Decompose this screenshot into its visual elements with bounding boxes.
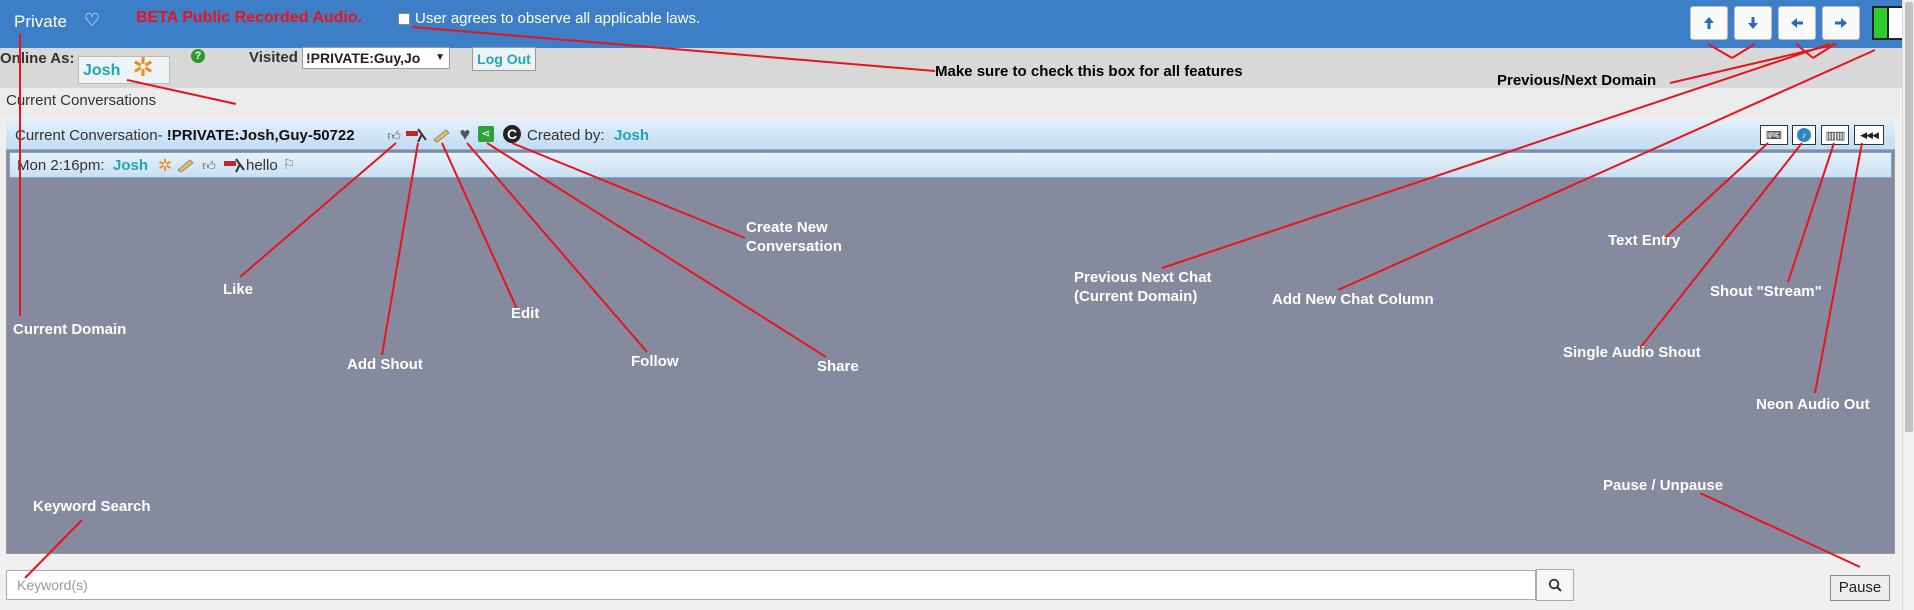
annotation-create-line2: Conversation (746, 238, 842, 255)
annotation-line-search (24, 519, 83, 579)
annotation-line-edit (441, 142, 518, 310)
annotation-current-domain: Current Domain (13, 321, 127, 338)
annotation-line-like (239, 142, 397, 278)
annotation-line-follow (466, 142, 648, 353)
annotation-create-line1: Create New (746, 219, 828, 236)
annotation-single-shout: Single Audio Shout (1563, 344, 1701, 361)
annotation-shout-stream: Shout "Stream" (1710, 283, 1822, 300)
annotation-line-up (1707, 43, 1733, 59)
annotation-like: Like (223, 281, 254, 298)
annotation-line-avatar (126, 79, 237, 105)
annotation-prev-next-chat-line1: Previous Next Chat (1074, 269, 1212, 286)
annotation-line-down (1731, 43, 1756, 59)
annotation-line-create (511, 142, 746, 239)
annotation-line-pause (1699, 492, 1861, 568)
annotation-lines (19, 26, 1876, 579)
annotation-prev-next-chat-line2: (Current Domain) (1074, 288, 1198, 305)
annotation-checkbox: Make sure to check this box for all feat… (935, 63, 1243, 80)
annotation-edit: Edit (511, 305, 540, 322)
annotation-prev-next-chat: Previous Next Chat (Current Domain) (1074, 268, 1212, 306)
annotation-add-shout: Add Shout (347, 356, 423, 373)
annotation-create-new: Create New Conversation (746, 218, 842, 256)
annotation-line-add-shout (381, 142, 419, 356)
annotation-line-stream (1787, 142, 1835, 283)
annotation-share: Share (817, 358, 859, 375)
annotation-pause: Pause / Unpause (1603, 477, 1724, 494)
annotation-text-entry: Text Entry (1608, 232, 1681, 249)
annotation-line-text-entry (1664, 142, 1769, 239)
annotation-audio-out: Neon Audio Out (1756, 396, 1870, 413)
annotation-follow: Follow (631, 353, 679, 370)
annotation-line-checkbox (411, 26, 936, 72)
annotation-search: Keyword Search (33, 498, 151, 515)
annotation-prev-next-domain: Previous/Next Domain (1497, 72, 1657, 89)
annotation-add-column: Add New Chat Column (1272, 291, 1434, 308)
